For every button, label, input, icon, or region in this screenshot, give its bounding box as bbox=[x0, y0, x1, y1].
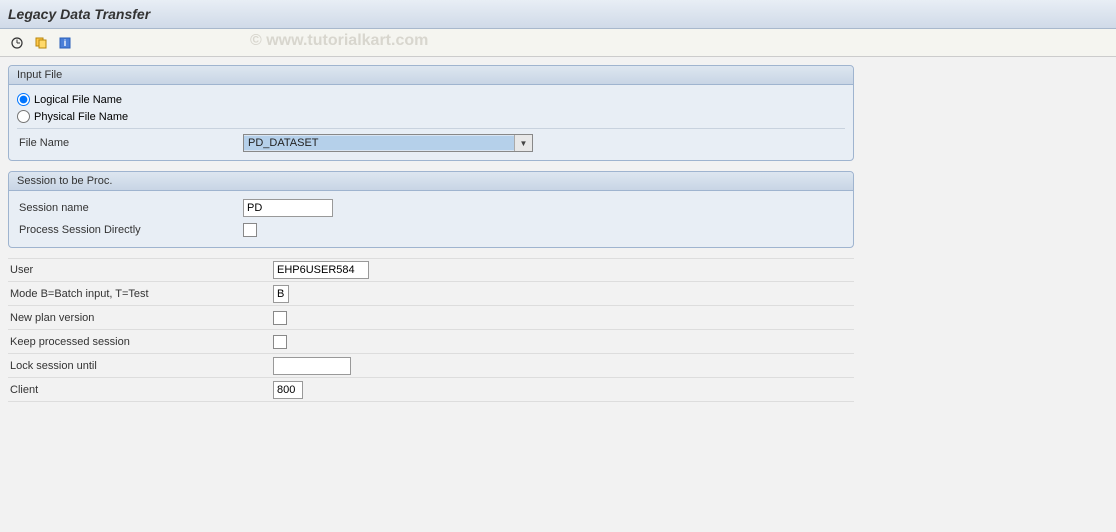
user-label: User bbox=[8, 264, 273, 276]
session-header: Session to be Proc. bbox=[9, 172, 853, 191]
chevron-down-icon[interactable]: ▼ bbox=[514, 135, 532, 151]
client-input[interactable] bbox=[273, 381, 303, 399]
keep-session-label: Keep processed session bbox=[8, 336, 273, 348]
physical-file-radio[interactable] bbox=[17, 110, 30, 123]
params-group: User Mode B=Batch input, T=Test New plan… bbox=[8, 258, 854, 402]
logical-file-radio[interactable] bbox=[17, 93, 30, 106]
new-plan-label: New plan version bbox=[8, 312, 273, 324]
logical-file-radio-row: Logical File Name bbox=[17, 91, 845, 108]
info-icon[interactable]: i bbox=[56, 34, 74, 52]
input-file-group: Input File Logical File Name Physical Fi… bbox=[8, 65, 854, 161]
process-direct-label: Process Session Directly bbox=[17, 224, 243, 236]
toolbar: i © www.tutorialkart.com bbox=[0, 29, 1116, 57]
file-name-label: File Name bbox=[17, 137, 243, 149]
execute-icon[interactable] bbox=[8, 34, 26, 52]
client-label: Client bbox=[8, 384, 273, 396]
lock-until-label: Lock session until bbox=[8, 360, 273, 372]
user-input[interactable] bbox=[273, 261, 369, 279]
variant-icon[interactable] bbox=[32, 34, 50, 52]
lock-until-input[interactable] bbox=[273, 357, 351, 375]
keep-session-checkbox[interactable] bbox=[273, 335, 287, 349]
content-area: Input File Logical File Name Physical Fi… bbox=[0, 57, 1116, 410]
physical-file-label: Physical File Name bbox=[34, 111, 128, 123]
watermark: © www.tutorialkart.com bbox=[250, 32, 428, 50]
physical-file-radio-row: Physical File Name bbox=[17, 108, 845, 125]
logical-file-label: Logical File Name bbox=[34, 94, 122, 106]
new-plan-checkbox[interactable] bbox=[273, 311, 287, 325]
file-name-dropdown[interactable]: PD_DATASET ▼ bbox=[243, 134, 533, 152]
svg-text:i: i bbox=[64, 38, 67, 48]
mode-input[interactable] bbox=[273, 285, 289, 303]
session-name-label: Session name bbox=[17, 202, 243, 214]
session-group: Session to be Proc. Session name Process… bbox=[8, 171, 854, 248]
page-title: Legacy Data Transfer bbox=[0, 0, 1116, 29]
session-name-input[interactable] bbox=[243, 199, 333, 217]
process-direct-checkbox[interactable] bbox=[243, 223, 257, 237]
mode-label: Mode B=Batch input, T=Test bbox=[8, 288, 273, 300]
file-name-value: PD_DATASET bbox=[244, 136, 514, 150]
input-file-header: Input File bbox=[9, 66, 853, 85]
